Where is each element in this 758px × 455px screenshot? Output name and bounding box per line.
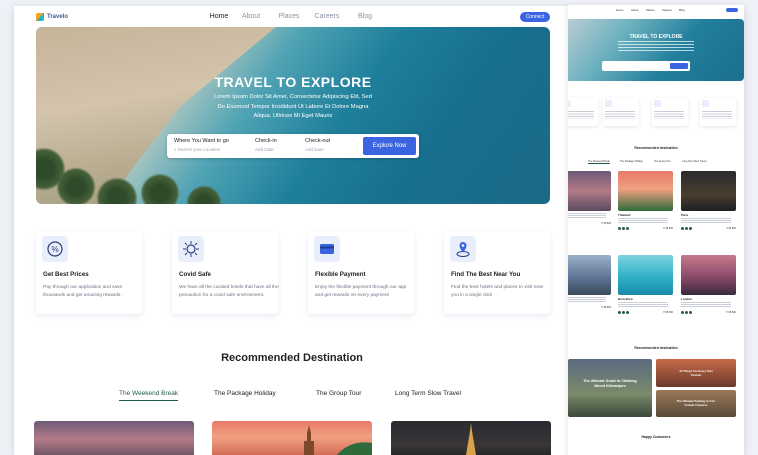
preview-destination-card: Paris ₹ 38,800	[681, 171, 736, 234]
preview-card-image	[618, 171, 673, 211]
feature-card: Covid Safe We have all the curated hotel…	[172, 232, 279, 314]
preview-nav-link: Home	[616, 8, 624, 12]
preview-search-bar	[602, 61, 690, 71]
where-label: Where You Want to go	[174, 138, 229, 144]
preview-card-image	[568, 171, 611, 211]
percent-badge-icon	[568, 100, 571, 107]
where-field[interactable]: Where You Want to go ⌕ Search your Locat…	[174, 138, 229, 152]
search-bar: Where You Want to go ⌕ Search your Locat…	[167, 134, 419, 158]
main-screen: Travelo Home About Places Careers Blog C…	[14, 6, 570, 455]
preview-explore-button	[670, 63, 688, 69]
search-icon: ⌕	[174, 147, 177, 152]
connect-button[interactable]: Connect	[520, 12, 550, 22]
preview-nav-link: Careers	[662, 8, 672, 12]
feature-title: Flexible Payment	[315, 271, 366, 278]
preview-feature-card	[700, 98, 736, 126]
location-pin-icon	[450, 236, 476, 262]
preview-nav-link: Blog	[679, 8, 685, 12]
nav-link-places[interactable]: Places	[270, 13, 308, 20]
tab-package-holiday[interactable]: The Package Holiday	[214, 390, 276, 397]
virus-shield-icon	[605, 100, 612, 107]
palm-tree-image	[56, 167, 96, 204]
nav-link-blog[interactable]: Blog	[346, 13, 384, 20]
percent-badge-icon: %	[42, 236, 68, 262]
preview-tab: The Weekend Break	[588, 160, 610, 164]
preview-feature-card	[603, 98, 639, 126]
destination-card-image[interactable]	[34, 421, 194, 455]
virus-shield-icon	[178, 236, 204, 262]
preview-blog-side: 10 Things For Every Solo Traveler	[656, 359, 736, 387]
tab-weekend-break[interactable]: The Weekend Break	[119, 390, 179, 401]
checkout-label: Check-out	[305, 138, 331, 144]
hero-banner: TRAVEL TO EXPLORE Lorem Ipsum Dolor Sit …	[36, 27, 550, 204]
preview-hero-subtitle	[618, 41, 694, 51]
feature-title: Covid Safe	[179, 271, 211, 278]
checkin-input[interactable]: Add Date	[255, 147, 277, 152]
feature-card: Flexible Payment Enjoy the flexible paym…	[308, 232, 414, 314]
nav-links: Home About Places Careers Blog	[206, 13, 384, 20]
svg-text:%: %	[51, 245, 58, 254]
preview-hero: TRAVEL TO EXPLORE	[568, 19, 744, 81]
tab-group-tour[interactable]: The Group Tour	[316, 390, 361, 397]
preview-tab: Long Term Slow Travel	[682, 160, 707, 163]
preview-card-image	[681, 255, 736, 295]
preview-blog-main: The Ultimate Guide to Climbing Mount Kil…	[568, 359, 652, 417]
top-nav: Travelo Home About Places Careers Blog C…	[14, 6, 570, 28]
where-input[interactable]: ⌕ Search your Location	[174, 147, 229, 152]
preview-destination-card: ₹ 38,800	[568, 171, 611, 234]
preview-connect-button	[726, 8, 738, 12]
checkout-field[interactable]: Check-out Add Date	[305, 138, 330, 152]
credit-card-icon	[654, 100, 661, 107]
preview-tab: The Package Holiday	[620, 160, 643, 163]
preview-nav-link: Places	[646, 8, 655, 12]
feature-title: Get Best Prices	[43, 271, 89, 278]
checkin-field[interactable]: Check-in Add Date	[255, 138, 277, 152]
tab-slow-travel[interactable]: Long Term Slow Travel	[395, 390, 461, 397]
location-pin-icon	[702, 100, 709, 107]
feature-desc: Pay through our application and save tho…	[43, 285, 123, 298]
hero-title: TRAVEL TO EXPLORE	[214, 74, 372, 90]
preview-tab: The Group Tour	[654, 160, 671, 163]
credit-card-icon	[314, 236, 340, 262]
preview-section-title: Recommended destination	[634, 146, 678, 150]
preview-destination-card: ₹ 38,800	[568, 255, 611, 318]
palm-tree-image	[186, 185, 222, 204]
section-title: Recommended Destination	[221, 352, 363, 364]
logo[interactable]: Travelo	[36, 13, 68, 21]
preview-card-image	[568, 255, 611, 295]
feature-card: Find The Best Near You Find the best hot…	[444, 232, 550, 314]
preview-destination-card: London ₹ 38,800	[681, 255, 736, 318]
feature-desc: Find the best hotels and places to visit…	[451, 285, 544, 298]
preview-destination-card: Thailand ₹ 38,800	[618, 171, 673, 234]
destination-card-image[interactable]	[212, 421, 372, 455]
hero-subtitle: Lorem Ipsum Dolor Sit Amet, Consectetur …	[214, 94, 372, 119]
preview-card-image	[681, 171, 736, 211]
feature-card: % Get Best Prices Pay through our applic…	[36, 232, 142, 314]
preview-destination-card: Bora Bora ₹ 38,800	[618, 255, 673, 318]
logo-text: Travelo	[47, 14, 69, 20]
preview-hero-title: TRAVEL TO EXPLORE	[629, 34, 683, 40]
feature-title: Find The Best Near You	[451, 271, 521, 278]
preview-card-image	[618, 255, 673, 295]
preview-happy-customers-title: Happy Customers	[641, 435, 671, 439]
preview-nav-link: About	[631, 8, 639, 12]
logo-icon	[36, 13, 44, 21]
nav-link-careers[interactable]: Careers	[308, 13, 346, 20]
preview-feature-card	[568, 98, 598, 126]
destination-card-image[interactable]	[391, 421, 551, 455]
feature-desc: Enjoy the flexible payment through our a…	[315, 285, 407, 298]
checkin-label: Check-in	[255, 138, 277, 144]
nav-link-home[interactable]: Home	[206, 13, 232, 20]
preview-feature-card	[652, 98, 688, 126]
page: Travelo Home About Places Careers Blog C…	[0, 0, 758, 455]
preview-blog-side: The Ultimate Packing List for Female Tra…	[656, 390, 736, 417]
feature-desc: We have all the curated hotels that have…	[179, 285, 279, 298]
palm-tree-image	[140, 173, 180, 204]
checkout-input[interactable]: Add Date	[305, 147, 330, 152]
explore-now-button[interactable]: Explore Now	[363, 137, 416, 155]
preview-section-title: Recommended destination	[634, 346, 678, 350]
nav-link-about[interactable]: About	[232, 13, 270, 20]
side-preview-screen: Home About Places Careers Blog TRAVEL TO…	[568, 5, 744, 455]
